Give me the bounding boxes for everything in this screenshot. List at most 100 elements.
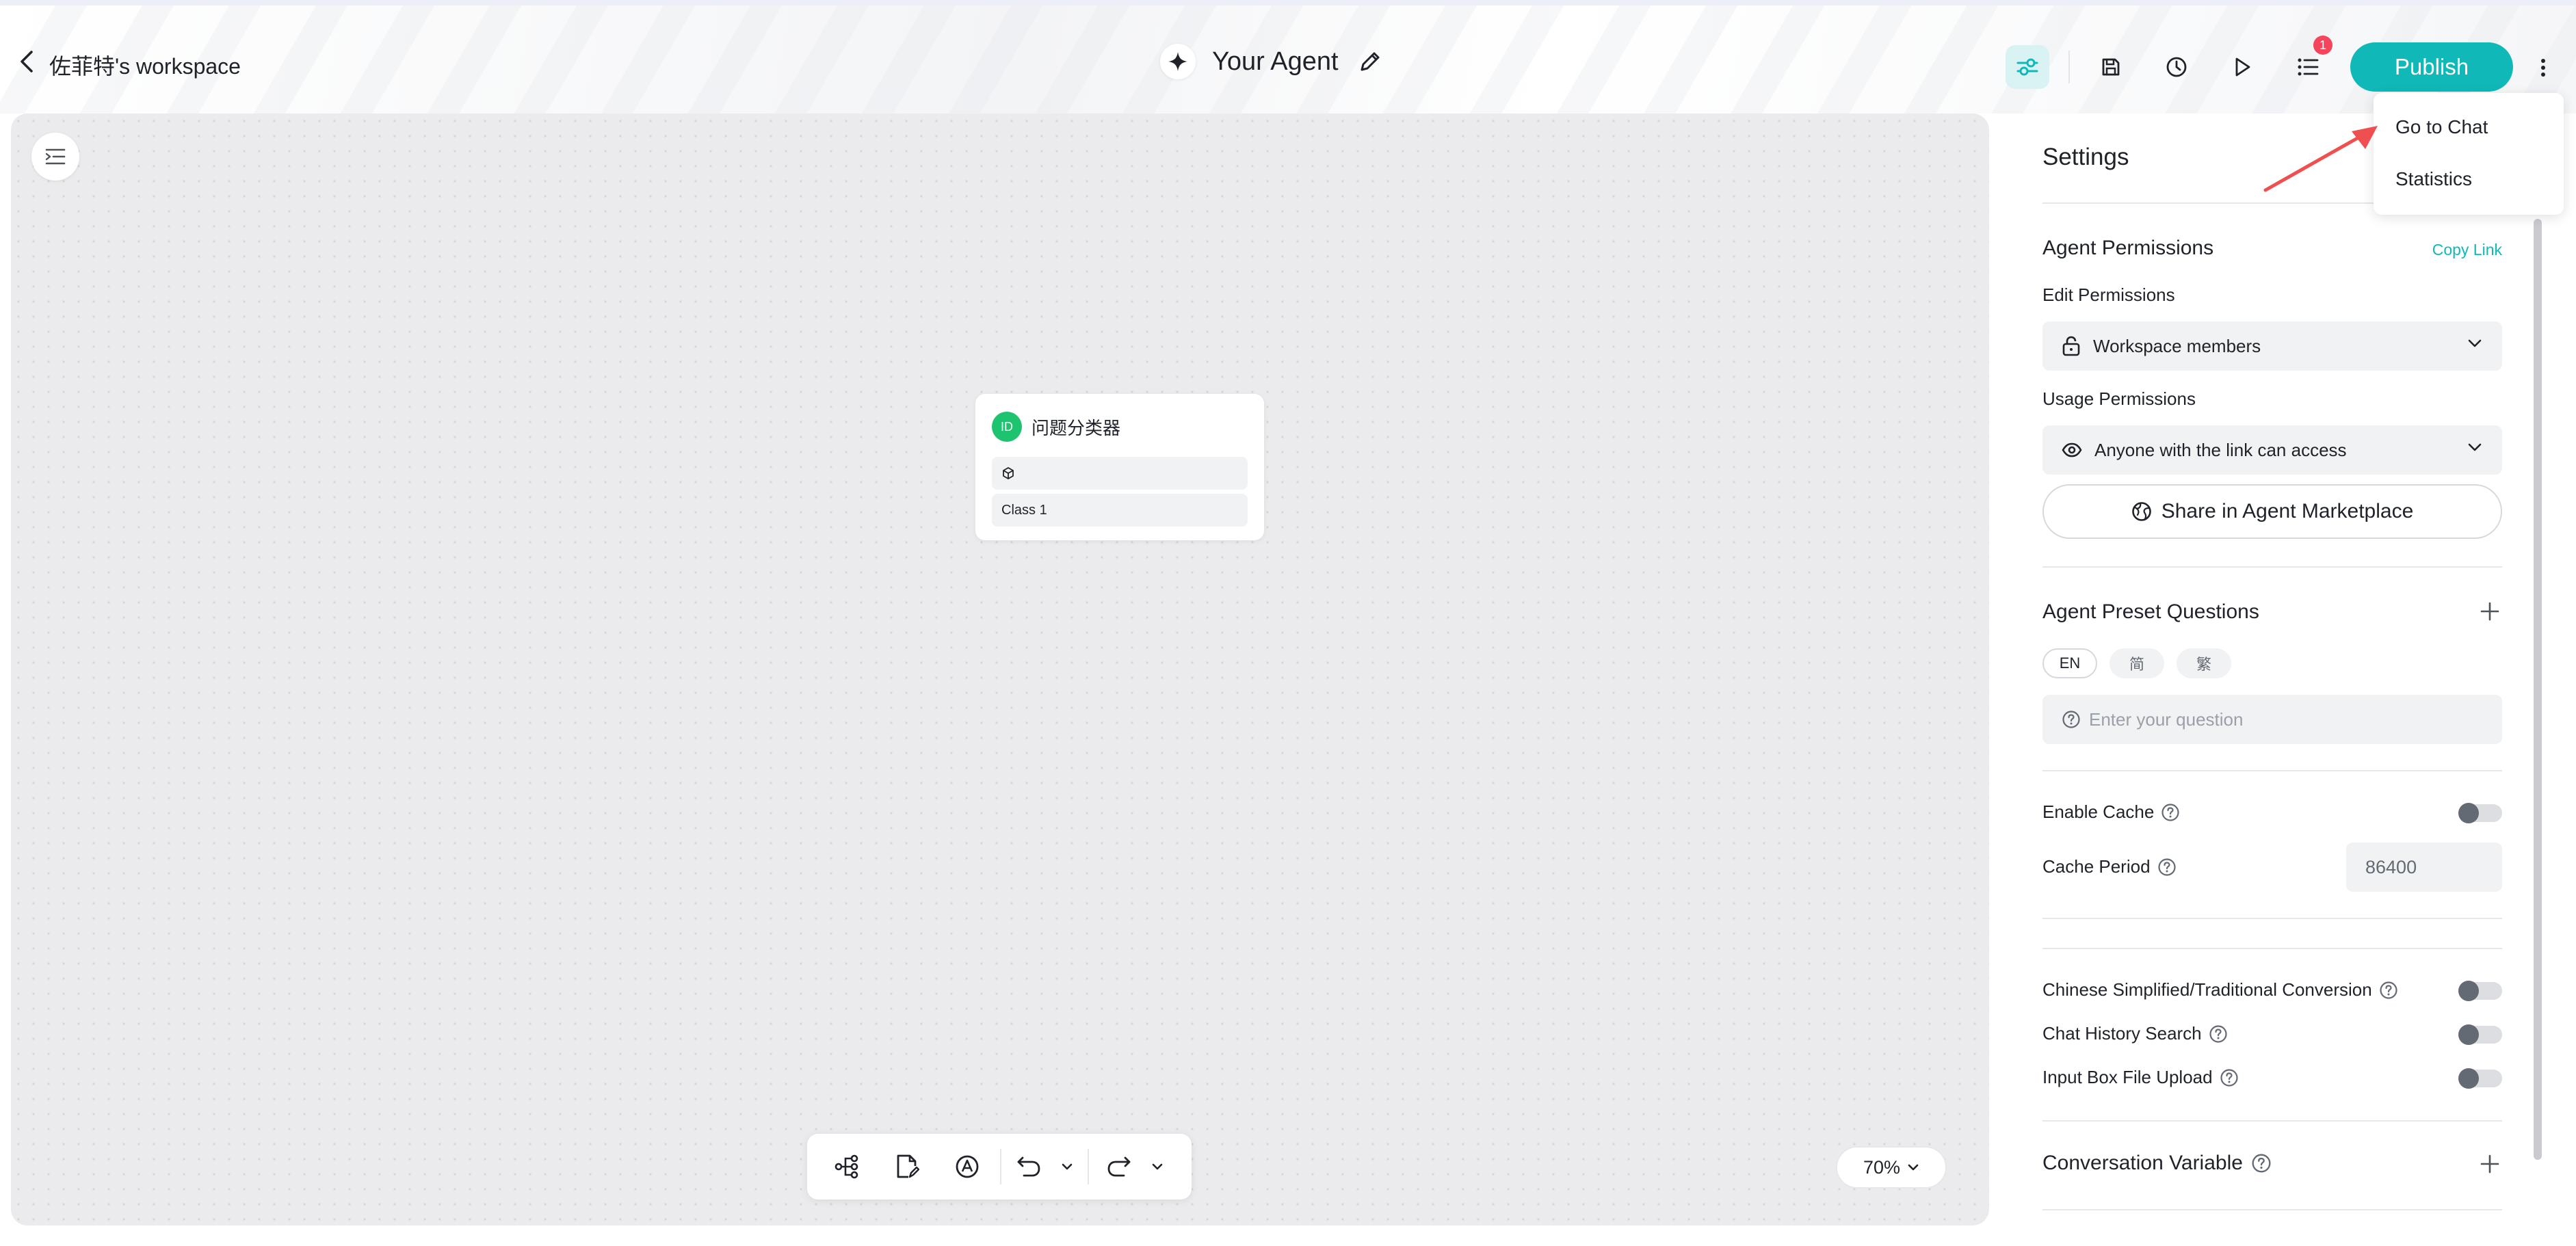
- copy-link-button[interactable]: Copy Link: [2432, 241, 2502, 259]
- outline-icon: [45, 148, 66, 165]
- menu-item-go-to-chat[interactable]: Go to Chat: [2395, 116, 2488, 138]
- add-conversation-variable-button[interactable]: [2478, 1152, 2502, 1176]
- chat-history-search-label: Chat History Search: [2042, 1023, 2202, 1044]
- section-divider: [2042, 918, 2502, 919]
- lang-tab-simplified[interactable]: 简: [2110, 648, 2164, 678]
- more-menu-button[interactable]: [2529, 51, 2557, 85]
- redo-icon: [1107, 1156, 1131, 1177]
- chevron-down-icon: [1152, 1163, 1163, 1170]
- chevron-down-icon: [2468, 443, 2482, 451]
- conversion-label: Chinese Simplified/Traditional Conversio…: [2042, 979, 2372, 1000]
- globe-icon: [2131, 502, 2151, 521]
- node-type-icon: ID: [992, 412, 1022, 442]
- cache-period-label: Cache Period: [2042, 856, 2151, 877]
- settings-title: Settings: [2042, 144, 2129, 170]
- cache-period-row: Cache Period: [2042, 856, 2177, 877]
- enable-cache-row: Enable Cache: [2042, 801, 2180, 823]
- workflow-canvas[interactable]: ID 问题分类器 Class 1 70%: [11, 114, 1989, 1225]
- section-divider: [2042, 1120, 2502, 1122]
- toolbar-divider: [1000, 1149, 1001, 1184]
- plus-icon: [2480, 1154, 2499, 1174]
- node-title: 问题分类器: [1031, 418, 1121, 439]
- lang-tab-en[interactable]: EN: [2042, 648, 2097, 678]
- zoom-control[interactable]: 70%: [1836, 1146, 1947, 1189]
- share-marketplace-label: Share in Agent Marketplace: [2161, 500, 2414, 522]
- chat-history-search-row: Chat History Search: [2042, 1023, 2228, 1044]
- agent-title-group: Your Agent: [1160, 44, 1385, 79]
- add-preset-question-button[interactable]: [2478, 599, 2502, 624]
- file-upload-toggle[interactable]: [2458, 1068, 2502, 1089]
- outline-toggle-button[interactable]: [31, 133, 79, 181]
- publish-button[interactable]: Publish: [2350, 42, 2513, 92]
- question-circle-icon: [2062, 711, 2080, 728]
- node-header: ID 问题分类器: [992, 412, 1120, 442]
- node-class-row: Class 1: [992, 494, 1248, 527]
- help-icon[interactable]: [2157, 858, 2177, 877]
- undo-icon: [1017, 1156, 1040, 1177]
- undo-history-dropdown[interactable]: [1057, 1150, 1077, 1183]
- help-icon[interactable]: [2209, 1024, 2228, 1044]
- file-upload-label: Input Box File Upload: [2042, 1067, 2213, 1087]
- edit-permissions-select[interactable]: Workspace members: [2042, 321, 2502, 371]
- conversion-toggle[interactable]: [2458, 981, 2502, 1001]
- redo-history-dropdown[interactable]: [1148, 1150, 1167, 1183]
- settings-scrollbar[interactable]: [2534, 219, 2542, 1160]
- save-button[interactable]: [2089, 45, 2133, 89]
- pencil-icon: [1361, 52, 1380, 71]
- chevron-down-icon: [1062, 1163, 1073, 1170]
- chat-history-search-toggle[interactable]: [2458, 1024, 2502, 1045]
- add-node-button[interactable]: [830, 1150, 863, 1183]
- help-icon[interactable]: [2251, 1153, 2272, 1174]
- chevron-down-icon: [1908, 1164, 1919, 1171]
- back-button[interactable]: [16, 48, 37, 75]
- cube-icon: [1003, 467, 1014, 479]
- header-bar: 佐菲特's workspace Your Agent 1 Publish: [0, 5, 2576, 114]
- menu-item-statistics[interactable]: Statistics: [2395, 168, 2472, 190]
- toolbar-divider: [1088, 1149, 1089, 1184]
- edit-title-button[interactable]: [1355, 47, 1385, 77]
- run-button[interactable]: [2220, 45, 2264, 89]
- section-divider: [2042, 566, 2502, 568]
- help-icon[interactable]: [2161, 803, 2180, 822]
- preset-question-placeholder: Enter your question: [2089, 708, 2244, 730]
- enable-cache-label: Enable Cache: [2042, 801, 2155, 822]
- settings-panel: Settings Agent Permissions Copy Link Edi…: [2016, 114, 2527, 1246]
- note-edit-icon: [897, 1154, 919, 1178]
- undo-button[interactable]: [1012, 1150, 1045, 1183]
- eye-icon: [2062, 442, 2082, 458]
- conversation-variable-title: Conversation Variable: [2042, 1152, 2243, 1174]
- lang-tab-traditional[interactable]: 繁: [2177, 648, 2231, 678]
- cache-period-input[interactable]: 86400: [2346, 843, 2502, 892]
- workspace-name[interactable]: 佐菲特's workspace: [49, 49, 241, 81]
- chevron-down-icon: [2468, 339, 2482, 347]
- auto-layout-icon: [956, 1155, 979, 1178]
- preset-question-input[interactable]: Enter your question: [2042, 695, 2502, 744]
- annotation-arrow: [2263, 126, 2378, 192]
- section-divider: [2042, 1209, 2502, 1210]
- header-divider: [2068, 51, 2070, 83]
- auto-layout-button[interactable]: [951, 1150, 984, 1183]
- usage-permissions-label: Usage Permissions: [2042, 388, 2196, 409]
- redo-button[interactable]: [1103, 1150, 1135, 1183]
- sparkle-icon: [1160, 44, 1196, 79]
- question-classifier-node[interactable]: ID 问题分类器 Class 1: [975, 394, 1264, 540]
- edit-permissions-value: Workspace members: [2093, 335, 2261, 356]
- notification-badge: 1: [2313, 36, 2332, 55]
- preset-questions-title: Agent Preset Questions: [2042, 600, 2259, 623]
- enable-cache-toggle[interactable]: [2458, 803, 2502, 823]
- settings-toggle-button[interactable]: [2006, 45, 2049, 89]
- add-note-button[interactable]: [891, 1150, 923, 1183]
- file-upload-row: Input Box File Upload: [2042, 1067, 2239, 1088]
- window-top-border: [0, 0, 2576, 5]
- help-icon[interactable]: [2220, 1068, 2239, 1087]
- task-list-button[interactable]: 1: [2286, 36, 2332, 89]
- agent-permissions-title: Agent Permissions: [2042, 237, 2214, 259]
- history-button[interactable]: [2155, 45, 2198, 89]
- play-icon: [2235, 57, 2250, 77]
- usage-permissions-select[interactable]: Anyone with the link can access: [2042, 425, 2502, 475]
- list-icon: [2298, 58, 2319, 76]
- lock-icon: [2062, 336, 2080, 356]
- usage-permissions-value: Anyone with the link can access: [2094, 439, 2347, 460]
- help-icon[interactable]: [2379, 981, 2398, 1000]
- share-marketplace-button[interactable]: Share in Agent Marketplace: [2042, 484, 2502, 539]
